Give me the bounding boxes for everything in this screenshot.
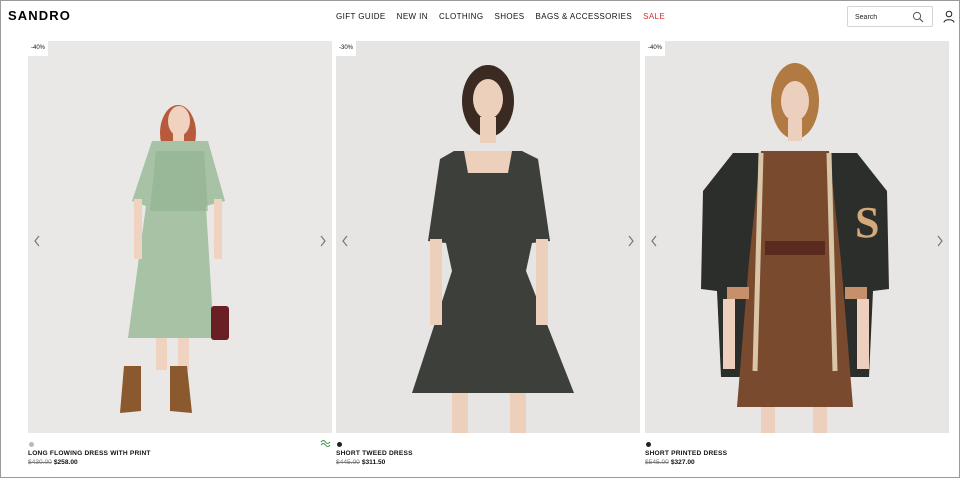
discount-badge: -40% [28, 41, 49, 56]
chevron-right-icon[interactable] [319, 235, 327, 247]
product-price: $430.00 $258.00 [28, 459, 78, 466]
sale-price: $258.00 [53, 459, 78, 466]
user-icon[interactable] [943, 10, 955, 23]
nav-item-new-in[interactable]: NEW IN [397, 12, 428, 21]
product-card[interactable]: S -40% SHORT PRINTED DRESS $545.00 $327.0… [645, 41, 949, 466]
product-image[interactable]: S -40% [645, 41, 949, 433]
brand-logo[interactable]: SANDRO [8, 8, 71, 23]
sale-price: $327.00 [670, 459, 695, 466]
product-price: $445.00 $311.50 [336, 459, 385, 466]
eco-leaf-icon [320, 439, 331, 448]
product-price: $545.00 $327.00 [645, 459, 695, 466]
site-header: SANDRO GIFT GUIDE NEW IN CLOTHING SHOES … [0, 0, 960, 34]
product-card[interactable]: -40% LONG FLOWING DRESS WITH PRINT $430.… [28, 41, 332, 466]
chevron-right-icon[interactable] [936, 235, 944, 247]
nav-item-clothing[interactable]: CLOTHING [439, 12, 484, 21]
product-image[interactable]: -40% [28, 41, 332, 433]
discount-badge: -30% [336, 41, 357, 56]
chevron-left-icon[interactable] [650, 235, 658, 247]
color-swatch[interactable] [29, 442, 34, 447]
svg-text:S: S [855, 198, 879, 247]
original-price: $445.00 [336, 459, 360, 466]
product-image[interactable]: -30% [336, 41, 640, 433]
nav-item-bags-accessories[interactable]: BAGS & ACCESSORIES [536, 12, 633, 21]
product-name[interactable]: LONG FLOWING DRESS WITH PRINT [28, 450, 151, 457]
chevron-left-icon[interactable] [33, 235, 41, 247]
nav-item-shoes[interactable]: SHOES [494, 12, 524, 21]
color-swatch[interactable] [337, 442, 342, 447]
sale-price: $311.50 [361, 459, 386, 466]
search-box [847, 6, 933, 27]
search-input[interactable] [855, 11, 911, 23]
discount-badge: -40% [645, 41, 666, 56]
product-card[interactable]: -30% SHORT TWEED DRESS $445.00 $311.50 [336, 41, 640, 466]
color-swatch[interactable] [646, 442, 651, 447]
main-nav: GIFT GUIDE NEW IN CLOTHING SHOES BAGS & … [336, 12, 665, 21]
product-name[interactable]: SHORT PRINTED DRESS [645, 450, 727, 457]
product-name[interactable]: SHORT TWEED DRESS [336, 450, 413, 457]
original-price: $545.00 [645, 459, 669, 466]
chevron-right-icon[interactable] [627, 235, 635, 247]
nav-item-sale[interactable]: SALE [643, 12, 665, 21]
chevron-left-icon[interactable] [341, 235, 349, 247]
search-icon[interactable] [912, 11, 924, 23]
original-price: $430.00 [28, 459, 52, 466]
nav-item-gift-guide[interactable]: GIFT GUIDE [336, 12, 386, 21]
